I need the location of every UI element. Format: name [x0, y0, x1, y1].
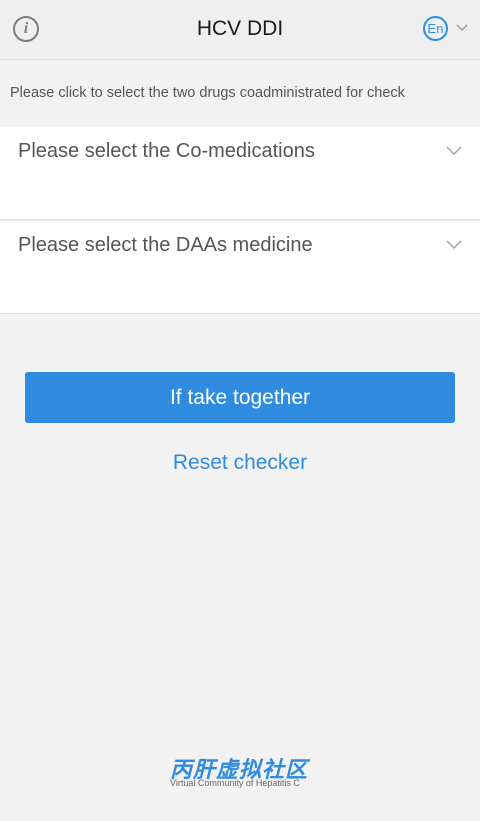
comedication-select-label: Please select the Co-medications	[18, 140, 315, 162]
page-title: HCV DDI	[196, 17, 284, 40]
chevron-down-icon	[446, 240, 462, 249]
reset-checker-link[interactable]: Reset checker	[0, 451, 480, 475]
community-logo: 丙肝虚拟社区 Virtual Community of Hepatitis C	[170, 752, 312, 792]
daa-select-label: Please select the DAAs medicine	[18, 234, 313, 256]
comedication-select[interactable]: Please select the Co-medications	[0, 127, 480, 220]
logo-subtitle: Virtual Community of Hepatitis C	[170, 778, 300, 788]
instruction-text: Please click to select the two drugs coa…	[10, 85, 405, 101]
language-icon: En	[423, 16, 448, 41]
daa-select[interactable]: Please select the DAAs medicine	[0, 221, 480, 314]
chevron-down-icon	[446, 146, 462, 155]
chevron-down-icon	[456, 24, 468, 31]
app-header: i HCV DDI En	[0, 0, 480, 60]
check-interaction-button[interactable]: If take together	[25, 372, 455, 423]
